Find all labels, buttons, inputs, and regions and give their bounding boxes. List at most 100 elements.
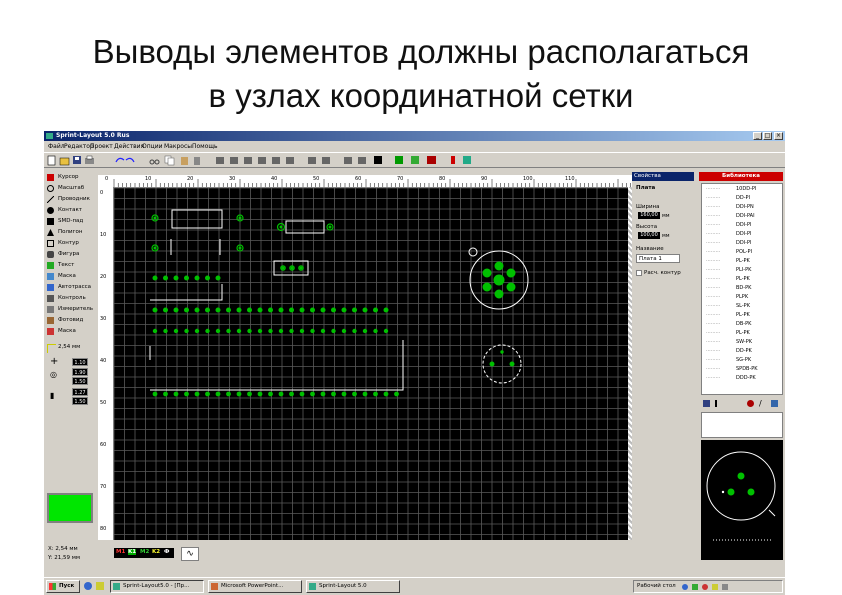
pad-transistor-2-hole — [290, 266, 294, 270]
taskbar-item-sprint[interactable]: Sprint-Layout 5.0 — [306, 580, 400, 593]
menu-project[interactable]: Проект — [90, 143, 113, 150]
library-info-box — [701, 412, 783, 438]
tool-autoroute[interactable]: Автотрасса — [46, 282, 98, 293]
library-item[interactable]: ········· DD-PK — [706, 347, 778, 356]
layer-k2[interactable]: K2 — [152, 549, 160, 555]
layer-f[interactable]: Ф — [164, 549, 169, 555]
library-item[interactable]: ········· SPDB-PK — [706, 365, 778, 374]
track-width-value[interactable]: 1.10 — [72, 358, 88, 366]
tool-panel: Курсор Масштаб Проводник Контакт SMD-пад… — [44, 172, 98, 544]
tool-measure[interactable]: Измеритель — [46, 304, 98, 315]
pad-row-a — [278, 307, 284, 313]
pad-row-a — [289, 307, 294, 313]
zoom-icon — [47, 185, 54, 192]
pad-outer-value[interactable]: 1.90 — [72, 368, 88, 376]
minimize-button[interactable]: _ — [753, 132, 762, 140]
pad-row-short — [163, 275, 168, 281]
library-item[interactable]: ········· PL-PK — [706, 275, 778, 284]
taskbar-item-sprint-project[interactable]: Sprint-Layout5.0 - [Пр... — [110, 580, 204, 593]
tool-smd-pad[interactable]: SMD-пад — [46, 216, 98, 227]
smd-width-value[interactable]: 1.27 — [72, 388, 88, 396]
pad-inner-value[interactable]: 1.50 — [72, 377, 88, 385]
board-name-input[interactable]: Плата 1 — [636, 254, 680, 263]
library-item[interactable]: ········· DD-PI — [706, 194, 778, 203]
tool-cursor[interactable]: Курсор — [46, 172, 98, 183]
tray-network-icon[interactable] — [682, 584, 688, 590]
tool-photo[interactable]: Фотовид — [46, 315, 98, 326]
tool-zoom[interactable]: Масштаб — [46, 183, 98, 194]
layer-m2[interactable]: M2 — [140, 549, 149, 555]
smd-height-value[interactable]: 1.50 — [72, 397, 88, 405]
tray-antivirus-icon[interactable] — [702, 584, 708, 590]
library-list[interactable]: ········· 10DD-PI ········· DD-PI ········· D… — [701, 183, 783, 395]
library-item[interactable]: ········· PL-PK — [706, 257, 778, 266]
pcb-canvas[interactable] — [113, 187, 628, 540]
tray-misc-icon[interactable] — [722, 584, 728, 590]
library-item[interactable]: ········· DDI-PAI — [706, 212, 778, 221]
library-item[interactable]: ········· DDI-PI — [706, 230, 778, 239]
library-item-label: PL-PK — [736, 312, 750, 318]
tray-desktop-label[interactable]: Рабочий стол — [637, 583, 676, 589]
board-width-value[interactable]: 160,00 — [638, 212, 660, 219]
library-item[interactable]: ········· PL-PK — [706, 311, 778, 320]
layer-color-swatch[interactable] — [47, 493, 93, 523]
pad-row-a — [373, 307, 378, 313]
tool-text[interactable]: Текст — [46, 260, 98, 271]
signal-wave-icon[interactable]: ∿ — [181, 547, 199, 561]
sprint-app-icon-2 — [309, 583, 316, 590]
layer-k1[interactable]: K1 — [128, 549, 137, 555]
library-item[interactable]: ········· SG-PK — [706, 356, 778, 365]
library-settings-icon[interactable] — [771, 400, 778, 407]
library-item[interactable]: ········· SW-PK — [706, 338, 778, 347]
layer-m1[interactable]: M1 — [116, 549, 125, 555]
maximize-button[interactable]: □ — [763, 132, 772, 140]
library-item[interactable]: ········· DDI-PI — [706, 239, 778, 248]
taskbar-item-powerpoint[interactable]: Microsoft PowerPoint... — [208, 580, 302, 593]
menu-options[interactable]: Опции — [142, 143, 163, 150]
tool-mask2[interactable]: Маска — [46, 326, 98, 337]
menu-macros[interactable]: Макросы — [164, 143, 192, 150]
calc-outline-checkbox[interactable] — [636, 270, 642, 276]
toolbar-icons — [47, 155, 471, 166]
tray-app-icon[interactable] — [692, 584, 698, 590]
library-item[interactable]: ········· DB-PK — [706, 320, 778, 329]
library-item[interactable]: ········· 10DD-PI — [706, 185, 778, 194]
library-item[interactable]: ········· POL-PI — [706, 248, 778, 257]
library-item[interactable]: ········· BD-PK — [706, 284, 778, 293]
library-delete-icon[interactable] — [747, 400, 754, 407]
layer-selector[interactable]: M1 K1 M2 K2 Ф — [114, 548, 174, 558]
tool-pad[interactable]: Контакт — [46, 205, 98, 216]
board-height-value[interactable]: 100,00 — [638, 232, 660, 239]
pad-row-a — [362, 307, 368, 313]
library-item-label: PLI-PK — [736, 267, 752, 273]
tool-polygon[interactable]: Полигон — [46, 227, 98, 238]
library-tree-line: ········· — [706, 357, 721, 363]
tool-shape[interactable]: Фигура — [46, 249, 98, 260]
tray-volume-icon[interactable] — [712, 584, 718, 590]
library-item[interactable]: ········· DDI-PN — [706, 203, 778, 212]
library-item[interactable]: ········· DDD-PK — [706, 374, 778, 383]
library-tree-line: ········· — [706, 375, 721, 381]
library-item[interactable]: ········· PL-PK — [706, 329, 778, 338]
tool-check[interactable]: Контроль — [46, 293, 98, 304]
menu-file[interactable]: Файл — [48, 143, 65, 150]
quicklaunch-desktop-icon[interactable] — [96, 582, 104, 590]
library-edit-icon[interactable]: / — [759, 399, 762, 408]
menu-actions[interactable]: Действия — [114, 143, 144, 150]
sprint-layout-window: Sprint-Layout 5.0 Rus _ □ × Файл Редакто… — [44, 131, 785, 595]
library-item[interactable]: ········· SL-PK — [706, 302, 778, 311]
library-item[interactable]: ········· PLPK — [706, 293, 778, 302]
tool-mask[interactable]: Маска — [46, 271, 98, 282]
library-item[interactable]: ········· DDI-PI — [706, 221, 778, 230]
menu-help[interactable]: Помощь — [192, 143, 218, 150]
grid-selector[interactable]: 2,54 мм — [46, 342, 98, 353]
tool-outline[interactable]: Контур — [46, 238, 98, 249]
quicklaunch-ie-icon[interactable] — [84, 582, 92, 590]
close-button[interactable]: × — [774, 132, 783, 140]
library-save-icon[interactable] — [703, 400, 710, 407]
tool-track[interactable]: Проводник — [46, 194, 98, 205]
pad-resistor-2-hole — [238, 216, 242, 220]
pad-row-b-hole — [353, 329, 356, 333]
library-item[interactable]: ········· PLI-PK — [706, 266, 778, 275]
start-button[interactable]: Пуск — [46, 580, 80, 593]
